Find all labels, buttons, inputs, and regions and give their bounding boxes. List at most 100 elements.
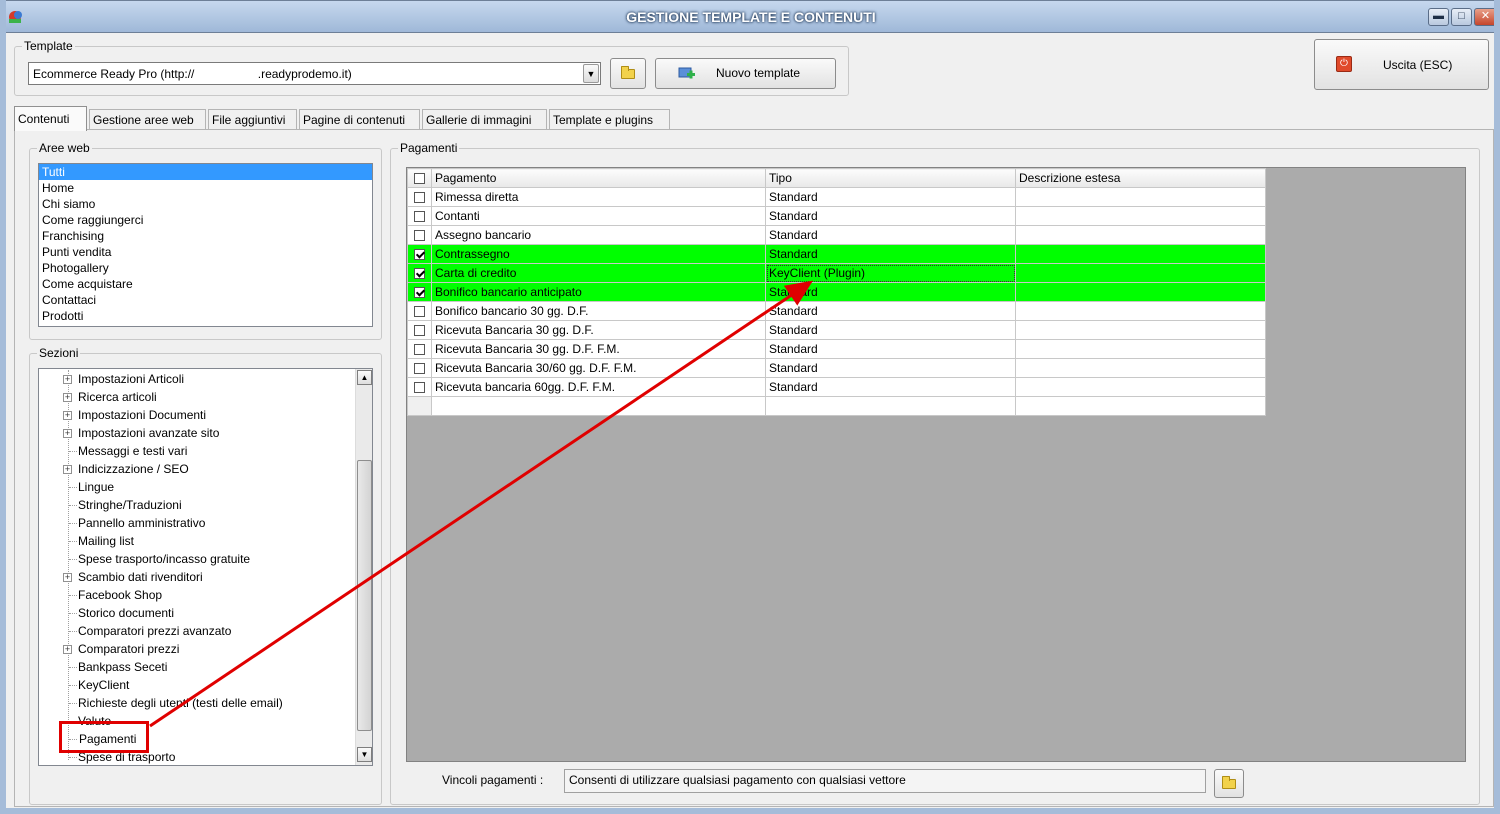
row-checkbox[interactable]	[414, 363, 425, 375]
column-header-tipo[interactable]: Tipo	[765, 168, 1016, 188]
row-checkbox-cell[interactable]	[407, 225, 432, 245]
empty-cell[interactable]	[431, 396, 766, 416]
tree-item[interactable]: Lingue	[39, 478, 355, 496]
empty-cell[interactable]	[765, 396, 1016, 416]
cell-pagamento[interactable]: Bonifico bancario anticipato	[431, 282, 766, 302]
scroll-thumb[interactable]	[357, 460, 372, 731]
minimize-button[interactable]: ▬	[1428, 8, 1449, 26]
table-row[interactable]: Bonifico bancario anticipato Standard	[407, 282, 1266, 302]
cell-pagamento[interactable]: Ricevuta bancaria 60gg. D.F. F.M.	[431, 377, 766, 397]
tree-item[interactable]: Bankpass Seceti	[39, 658, 355, 676]
chevron-down-icon[interactable]: ▼	[583, 64, 599, 83]
tree-item[interactable]: + Impostazioni Documenti	[39, 406, 355, 424]
expand-plus-icon[interactable]: +	[63, 465, 72, 474]
tree-item[interactable]: Messaggi e testi vari	[39, 442, 355, 460]
tree-item[interactable]: + Indicizzazione / SEO	[39, 460, 355, 478]
cell-tipo[interactable]: Standard	[765, 206, 1016, 226]
table-row[interactable]: Ricevuta Bancaria 30 gg. D.F. Standard	[407, 320, 1266, 340]
cell-pagamento[interactable]: Carta di credito	[431, 263, 766, 283]
cell-descrizione[interactable]	[1015, 377, 1266, 397]
cell-pagamento[interactable]: Contrassegno	[431, 244, 766, 264]
tree-item[interactable]: KeyClient	[39, 676, 355, 694]
cell-tipo[interactable]: Standard	[765, 225, 1016, 245]
list-item[interactable]: Contattaci	[39, 292, 372, 308]
table-row[interactable]: Contanti Standard	[407, 206, 1266, 226]
payments-table[interactable]: Pagamento Tipo Descrizione estesa Rimess…	[407, 168, 1266, 416]
cell-pagamento[interactable]: Bonifico bancario 30 gg. D.F.	[431, 301, 766, 321]
cell-pagamento[interactable]: Ricevuta Bancaria 30 gg. D.F. F.M.	[431, 339, 766, 359]
cell-tipo[interactable]: Standard	[765, 282, 1016, 302]
cell-tipo[interactable]: Standard	[765, 377, 1016, 397]
tab-pagine-di-contenuti[interactable]: Pagine di contenuti	[299, 109, 420, 130]
tab-gallerie-di-immagini[interactable]: Gallerie di immagini	[422, 109, 547, 130]
list-item[interactable]: Franchising	[39, 228, 372, 244]
row-checkbox[interactable]	[414, 268, 425, 280]
maximize-button[interactable]: □	[1451, 8, 1472, 26]
row-checkbox[interactable]	[414, 325, 425, 337]
list-item[interactable]: Punti vendita	[39, 244, 372, 260]
vincoli-field[interactable]: Consenti di utilizzare qualsiasi pagamen…	[564, 769, 1206, 793]
cell-pagamento[interactable]: Ricevuta Bancaria 30 gg. D.F.	[431, 320, 766, 340]
tree-item[interactable]: + Impostazioni Articoli	[39, 370, 355, 388]
cell-descrizione[interactable]	[1015, 206, 1266, 226]
tree-item[interactable]: Pannello amministrativo	[39, 514, 355, 532]
list-item[interactable]: Come raggiungerci	[39, 212, 372, 228]
cell-tipo[interactable]: Standard	[765, 320, 1016, 340]
row-checkbox-cell[interactable]	[407, 244, 432, 264]
tab-template-e-plugins[interactable]: Template e plugins	[549, 109, 670, 130]
cell-descrizione[interactable]	[1015, 320, 1266, 340]
cell-descrizione[interactable]	[1015, 358, 1266, 378]
select-all-checkbox[interactable]	[414, 173, 425, 185]
tree-item[interactable]: Facebook Shop	[39, 586, 355, 604]
cell-descrizione[interactable]	[1015, 339, 1266, 359]
list-item[interactable]: Prodotti	[39, 308, 372, 324]
row-checkbox[interactable]	[414, 382, 425, 394]
cell-tipo[interactable]: KeyClient (Plugin)	[765, 263, 1016, 283]
row-checkbox-cell[interactable]	[407, 377, 432, 397]
table-row[interactable]: Rimessa diretta Standard	[407, 187, 1266, 207]
cell-tipo[interactable]: Standard	[765, 358, 1016, 378]
select-all-cell[interactable]	[407, 168, 432, 188]
row-checkbox-cell[interactable]	[407, 187, 432, 207]
table-row[interactable]: Contrassegno Standard	[407, 244, 1266, 264]
row-checkbox[interactable]	[414, 344, 425, 356]
tree-item[interactable]: + Ricerca articoli	[39, 388, 355, 406]
tree-item[interactable]: Spese trasporto/incasso gratuite	[39, 550, 355, 568]
aree-web-list[interactable]: Tutti Home Chi siamo Come raggiungerci F…	[38, 163, 373, 327]
list-item[interactable]: Tutti	[39, 164, 372, 180]
empty-cell[interactable]	[1015, 396, 1266, 416]
tab-contenuti[interactable]: Contenuti	[14, 106, 87, 131]
row-checkbox[interactable]	[414, 306, 425, 318]
table-new-row[interactable]	[407, 396, 1266, 416]
row-checkbox-cell[interactable]	[407, 320, 432, 340]
row-checkbox-cell[interactable]	[407, 282, 432, 302]
row-checkbox[interactable]	[414, 287, 425, 299]
expand-plus-icon[interactable]: +	[63, 645, 72, 654]
cell-descrizione[interactable]	[1015, 301, 1266, 321]
tree-item[interactable]: Richieste degli utenti (testi delle emai…	[39, 694, 355, 712]
cell-tipo[interactable]: Standard	[765, 244, 1016, 264]
expand-plus-icon[interactable]: +	[63, 375, 72, 384]
table-row[interactable]: Ricevuta bancaria 60gg. D.F. F.M. Standar…	[407, 377, 1266, 397]
column-header-descrizione[interactable]: Descrizione estesa	[1015, 168, 1266, 188]
tree-item[interactable]: Comparatori prezzi avanzato	[39, 622, 355, 640]
expand-plus-icon[interactable]: +	[63, 573, 72, 582]
cell-pagamento[interactable]: Assegno bancario	[431, 225, 766, 245]
close-button[interactable]: ✕	[1474, 8, 1497, 26]
expand-plus-icon[interactable]: +	[63, 411, 72, 420]
tree-item[interactable]: + Impostazioni avanzate sito	[39, 424, 355, 442]
cell-tipo[interactable]: Standard	[765, 339, 1016, 359]
table-row[interactable]: Ricevuta Bancaria 30/60 gg. D.F. F.M. Sta…	[407, 358, 1266, 378]
cell-pagamento[interactable]: Ricevuta Bancaria 30/60 gg. D.F. F.M.	[431, 358, 766, 378]
cell-descrizione[interactable]	[1015, 187, 1266, 207]
tree-item[interactable]: Stringhe/Traduzioni	[39, 496, 355, 514]
expand-plus-icon[interactable]: +	[63, 429, 72, 438]
row-checkbox-cell[interactable]	[407, 301, 432, 321]
table-row[interactable]: Bonifico bancario 30 gg. D.F. Standard	[407, 301, 1266, 321]
row-checkbox-cell[interactable]	[407, 263, 432, 283]
row-checkbox-cell[interactable]	[407, 206, 432, 226]
table-row[interactable]: Carta di credito KeyClient (Plugin)	[407, 263, 1266, 283]
empty-cell[interactable]	[407, 396, 432, 416]
vincoli-folder-button[interactable]	[1214, 769, 1244, 798]
list-item[interactable]: Photogallery	[39, 260, 372, 276]
